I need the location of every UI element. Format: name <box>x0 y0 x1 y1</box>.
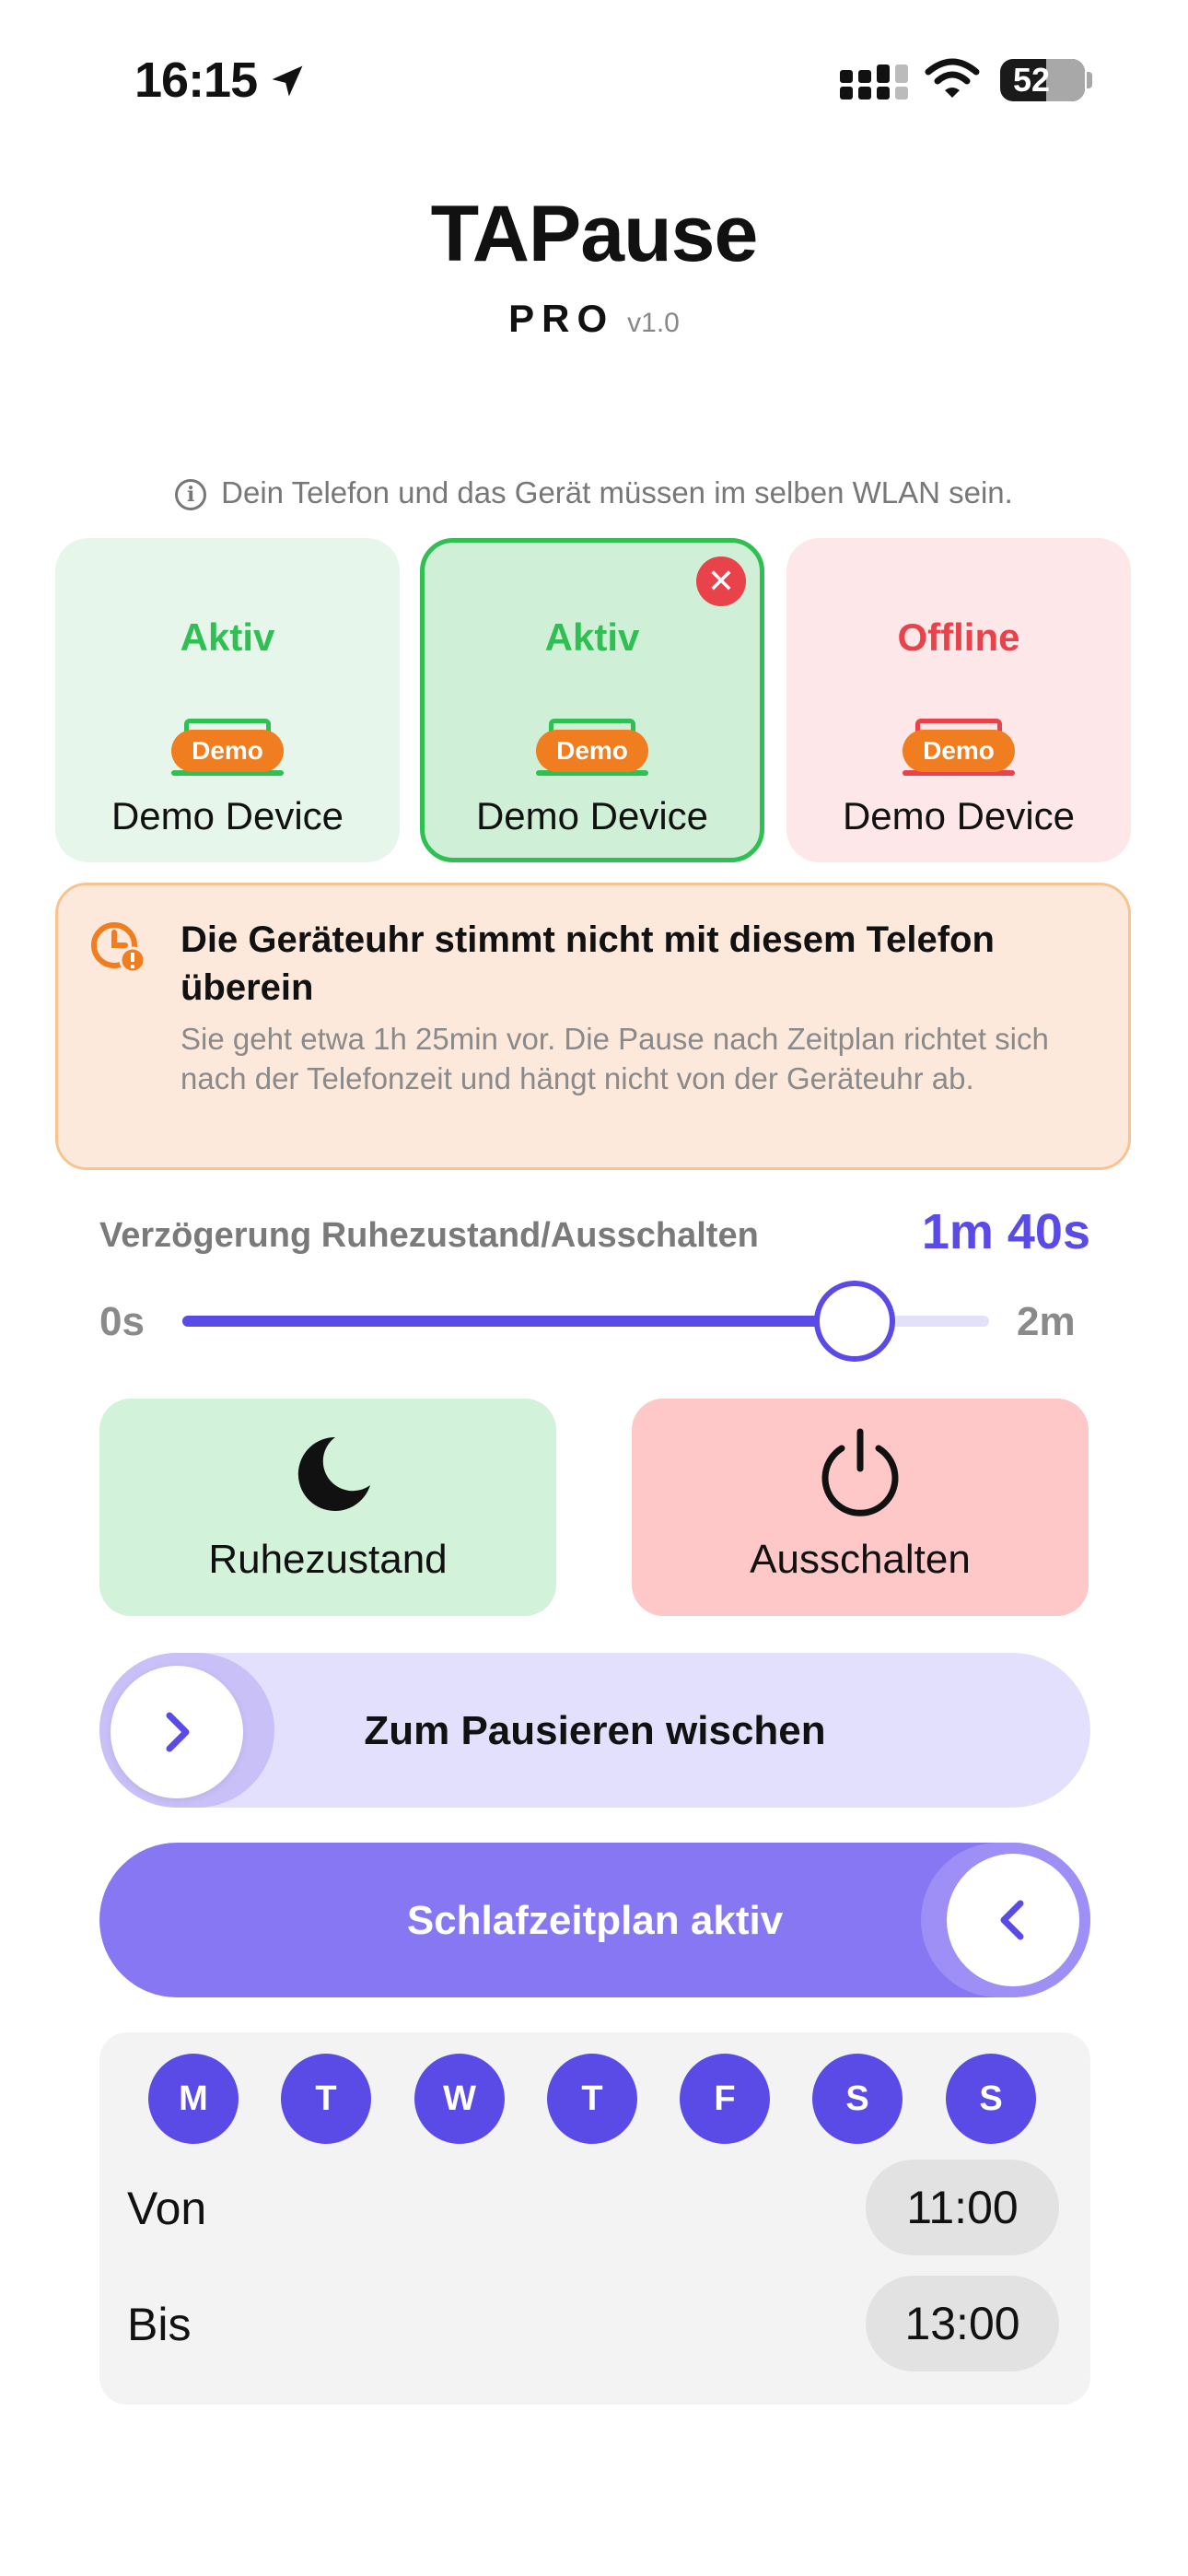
status-time: 16:15 <box>134 53 258 108</box>
laptop-icon: Demo <box>171 719 284 778</box>
slider-min-label: 0s <box>99 1299 145 1344</box>
demo-badge: Demo <box>171 730 284 772</box>
slider-max-label: 2m <box>1017 1299 1076 1344</box>
version-label: v1.0 <box>627 308 680 338</box>
chevron-right-icon <box>166 1712 190 1752</box>
power-off-button[interactable]: Ausschalten <box>632 1399 1089 1616</box>
schedule-toggle-handle[interactable] <box>947 1854 1079 1986</box>
to-label: Bis <box>127 2299 192 2350</box>
demo-badge: Demo <box>903 730 1015 772</box>
day-toggle-fri[interactable]: F <box>680 2054 770 2144</box>
device-status: Offline <box>897 615 1020 659</box>
day-toggle-mon[interactable]: M <box>148 2054 239 2144</box>
from-time-picker[interactable]: 11:00 <box>866 2160 1059 2255</box>
delay-slider-thumb[interactable] <box>813 1281 895 1362</box>
swipe-to-pause-label: Zum Pausieren wischen <box>364 1708 826 1753</box>
day-toggle-sun[interactable]: S <box>946 2054 1036 2144</box>
wifi-info-text: Dein Telefon und das Gerät müssen im sel… <box>221 475 1013 509</box>
schedule-toggle-label: Schlafzeitplan aktiv <box>406 1898 784 1943</box>
wifi-icon <box>925 58 980 98</box>
device-name: Demo Device <box>111 794 344 837</box>
delay-value: 1m 40s <box>921 1204 1090 1259</box>
delay-label: Verzögerung Ruhezustand/Ausschalten <box>99 1216 759 1255</box>
remove-device-close-icon[interactable]: ✕ <box>696 556 746 606</box>
day-toggle-thu[interactable]: T <box>547 2054 637 2144</box>
day-toggle-sat[interactable]: S <box>812 2054 903 2144</box>
delay-slider-fill <box>182 1316 855 1327</box>
warning-title: Die Geräteuhr stimmt nicht mit diesem Te… <box>181 919 995 1008</box>
edition-row: PRO v1.0 <box>0 297 1188 341</box>
power-button-label: Ausschalten <box>750 1537 971 1582</box>
device-name: Demo Device <box>842 794 1076 837</box>
edition-label: PRO <box>508 297 615 340</box>
device-card-1[interactable]: Aktiv Demo Demo Device <box>55 538 400 862</box>
device-status: Aktiv <box>180 615 275 659</box>
moon-icon <box>297 1436 370 1511</box>
warning-body: Sie geht etwa 1h 25min vor. Die Pause na… <box>181 1022 1049 1095</box>
app-title: TAPause <box>430 190 759 278</box>
swipe-handle[interactable] <box>111 1666 243 1798</box>
wifi-info: i Dein Telefon und das Gerät müssen im se… <box>0 475 1188 511</box>
laptop-icon: Demo <box>536 719 648 778</box>
laptop-icon: Demo <box>903 719 1015 778</box>
device-name: Demo Device <box>475 794 709 837</box>
demo-badge: Demo <box>536 730 648 772</box>
day-toggle-wed[interactable]: W <box>414 2054 505 2144</box>
power-icon <box>821 1428 899 1516</box>
device-card-3[interactable]: Offline Demo Demo Device <box>786 538 1131 862</box>
chevron-left-icon <box>1000 1900 1024 1940</box>
sleep-button-label: Ruhezustand <box>208 1537 448 1582</box>
battery-indicator: 52 <box>1000 59 1085 101</box>
location-arrow-icon <box>272 65 303 97</box>
cellular-signal-icon <box>840 64 908 100</box>
from-label: Von <box>127 2183 207 2234</box>
to-time-picker[interactable]: 13:00 <box>866 2276 1059 2371</box>
clock-alert-icon <box>91 922 146 974</box>
day-toggle-tue[interactable]: T <box>281 2054 371 2144</box>
sleep-button[interactable]: Ruhezustand <box>99 1399 556 1616</box>
device-status: Aktiv <box>544 615 640 659</box>
info-icon: i <box>175 479 207 511</box>
battery-cap <box>1087 72 1092 88</box>
